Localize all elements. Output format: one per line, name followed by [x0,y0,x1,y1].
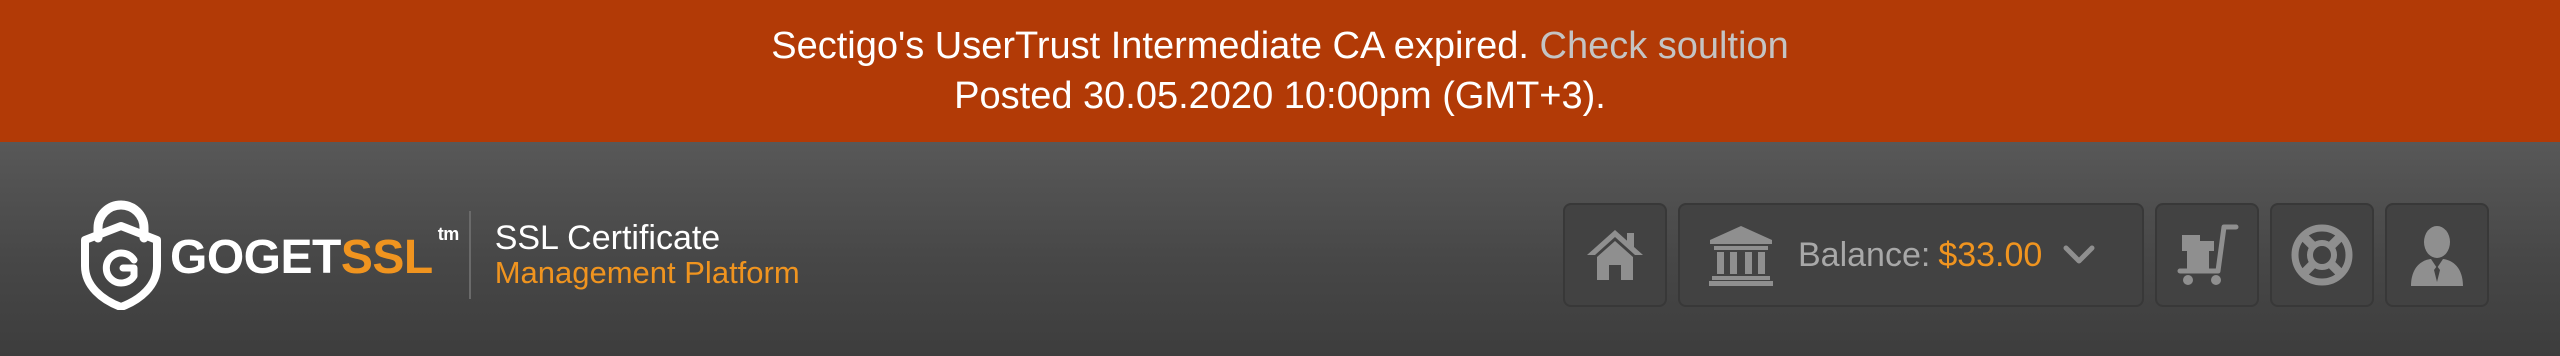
logo-text-accent: SSL [340,230,433,284]
lifebuoy-icon [2291,224,2353,286]
support-button[interactable] [2270,203,2374,307]
logo-wordmark: GOGETSSL tm [170,224,459,285]
logo-text-main: GOGET [170,230,341,284]
cart-button[interactable] [2155,203,2259,307]
home-icon [1587,230,1643,280]
header-toolbar: Balance: $33.00 [1563,203,2489,307]
brand-divider [468,211,471,299]
account-button[interactable] [2385,203,2489,307]
platform-tagline: SSL Certificate Management Platform [495,220,800,290]
announcement-message: Sectigo's UserTrust Intermediate CA expi… [771,25,1529,67]
page: Sectigo's UserTrust Intermediate CA expi… [0,0,2560,356]
cart-icon [2177,224,2239,285]
platform-subtitle: Management Platform [494,255,800,290]
site-header: GOGETSSL tm SSL Certificate Management P… [0,142,2560,356]
announcement-posted-date: Posted 30.05.2020 10:00pm (GMT+3). [954,75,1606,117]
announcement-bar: Sectigo's UserTrust Intermediate CA expi… [0,0,2560,142]
shield-lock-logo-icon [81,200,161,310]
brand-logo[interactable]: GOGETSSL tm SSL Certificate Management P… [76,200,800,310]
logo-trademark: tm [437,223,460,244]
balance-label: Balance: [1798,235,1931,274]
user-icon [2411,226,2463,286]
bank-icon [1709,226,1773,286]
platform-title: SSL Certificate [494,219,721,257]
home-button[interactable] [1563,203,1667,307]
check-solution-link[interactable]: Check soultion [1540,25,1789,67]
announcement-line: Sectigo's UserTrust Intermediate CA expi… [771,21,1789,71]
balance-value: $33.00 [1938,235,2043,274]
chevron-down-icon[interactable] [2062,244,2096,266]
balance-button[interactable]: Balance: $33.00 [1678,203,2144,307]
